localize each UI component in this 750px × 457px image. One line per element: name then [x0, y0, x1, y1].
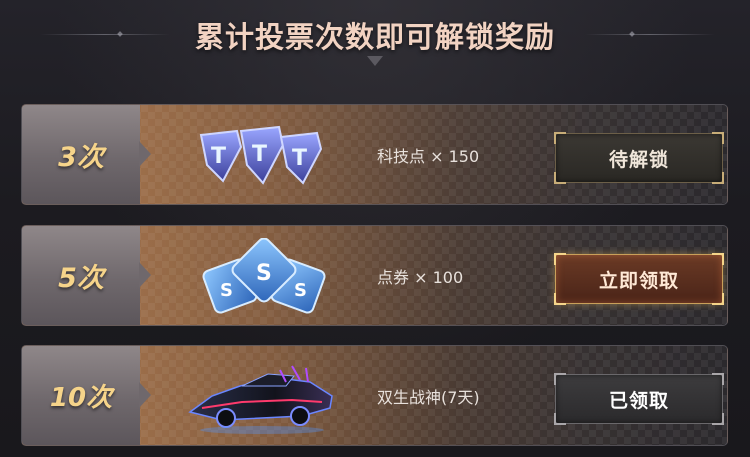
svg-text:T: T: [292, 146, 307, 171]
button-corner-decor: [712, 413, 724, 425]
button-corner-decor: [712, 293, 724, 305]
button-corner-decor: [554, 293, 566, 305]
button-corner-decor: [554, 132, 566, 144]
claimed-button[interactable]: 已领取: [554, 373, 724, 425]
race-car-icon: [188, 365, 333, 434]
count-box-notch: [139, 262, 151, 288]
button-corner-decor: [712, 132, 724, 144]
button-corner-decor: [554, 373, 566, 385]
svg-text:S: S: [256, 261, 272, 286]
reward-label: 科技点 × 150: [377, 146, 480, 166]
count-box-notch: [139, 382, 151, 408]
title-chevron-icon: [367, 56, 383, 66]
page-title: 累计投票次数即可解锁奖励: [194, 20, 555, 54]
reward-row-10: 10次 双生战神(7天) 已领取: [21, 345, 728, 446]
coupon-icon: S S S: [202, 238, 326, 314]
reward-row-3: 3次 T T T 科技点 × 150 待解锁: [21, 104, 728, 205]
svg-text:T: T: [211, 144, 226, 169]
reward-row-5: 5次 S S S 点券 × 100 立即领取: [21, 225, 728, 326]
vote-count-label: 10次: [49, 383, 113, 413]
reward-label: 点券 × 100: [377, 267, 464, 287]
button-corner-decor: [712, 172, 724, 184]
button-corner-decor: [712, 373, 724, 385]
button-corner-decor: [554, 172, 566, 184]
vote-count-label: 3次: [58, 142, 104, 173]
claim-now-button[interactable]: 立即领取: [554, 253, 724, 305]
button-corner-decor: [554, 253, 566, 265]
svg-text:T: T: [252, 142, 267, 167]
button-corner-decor: [712, 253, 724, 265]
button-corner-decor: [554, 413, 566, 425]
svg-text:S: S: [220, 280, 233, 301]
tech-point-icon: T T T: [199, 125, 323, 185]
reward-label: 双生战神(7天): [377, 387, 480, 407]
vote-count-label: 5次: [58, 263, 104, 294]
locked-button[interactable]: 待解锁: [554, 132, 724, 184]
count-box-notch: [139, 141, 151, 167]
svg-text:S: S: [294, 280, 307, 301]
